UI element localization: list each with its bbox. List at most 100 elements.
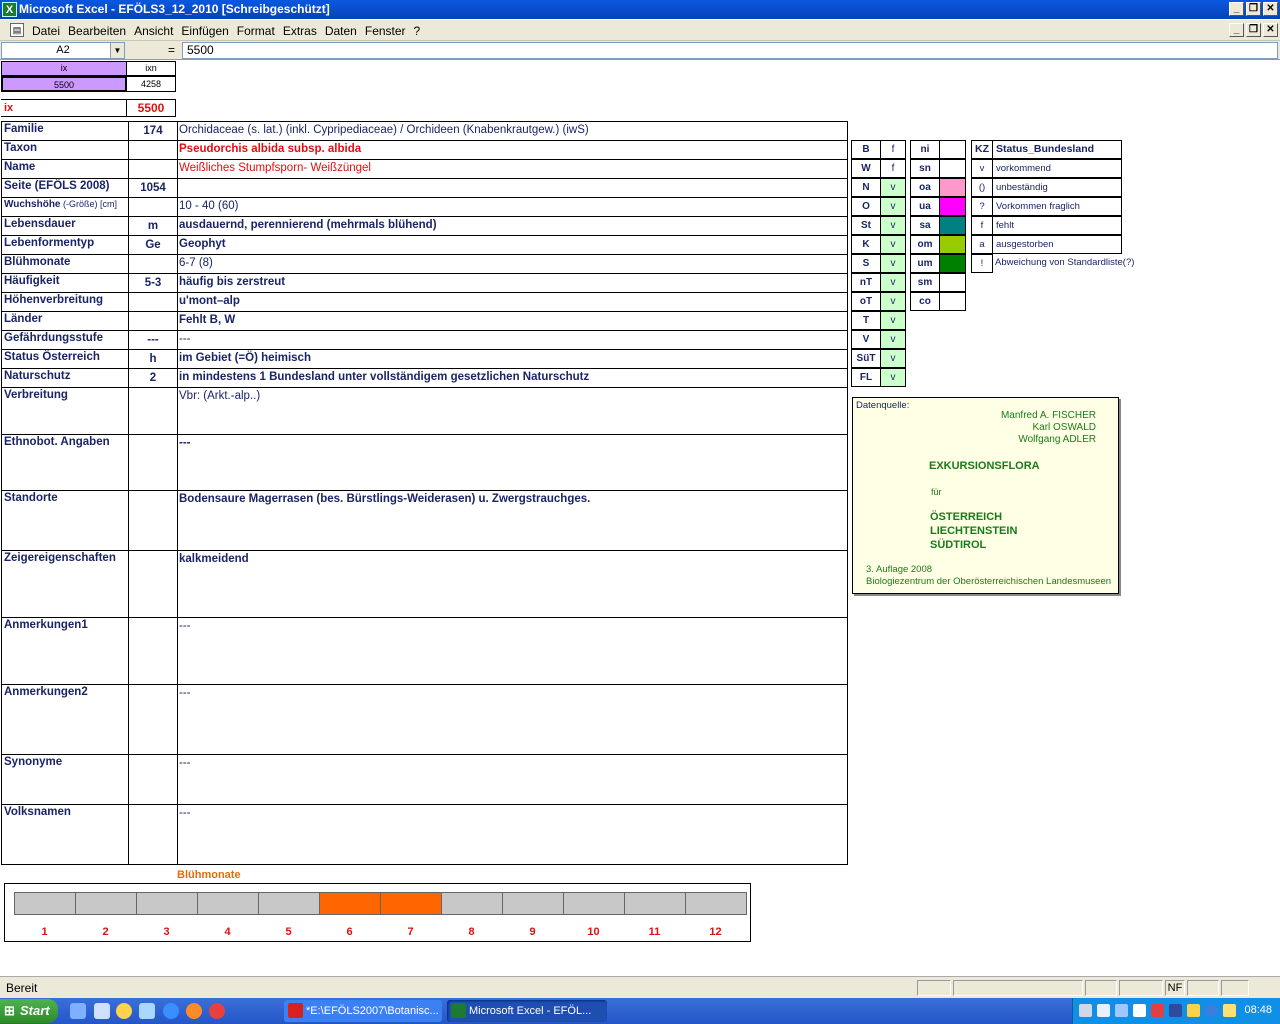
legend-kz[interactable]: a [971, 235, 993, 254]
menu-fenster[interactable]: Fenster [365, 24, 406, 38]
row-label[interactable]: Lebenformentyp [4, 237, 94, 249]
row-label[interactable]: Status Österreich [4, 351, 100, 363]
quicklaunch-firefox-icon[interactable] [186, 1003, 202, 1019]
altitude-code[interactable]: om [910, 235, 940, 254]
land-status[interactable]: f [880, 159, 906, 178]
land-code[interactable]: N [851, 178, 881, 197]
row-value[interactable]: 10 - 40 (60) [179, 200, 238, 212]
worksheet[interactable]: ix ixn 5500 4258 ix 5500 Familie 174 Orchi… [0, 60, 1280, 976]
row-label[interactable]: Volksnamen [4, 806, 71, 818]
land-code[interactable]: FL [851, 368, 881, 387]
document-icon[interactable]: ▤ [10, 23, 24, 37]
row-value[interactable]: --- [179, 807, 191, 819]
altitude-color-swatch[interactable] [939, 254, 966, 273]
row-label[interactable]: Ethnobot. Angaben [4, 436, 110, 448]
menu-format[interactable]: Format [237, 24, 275, 38]
land-status[interactable]: v [880, 368, 906, 387]
menu-einfuegen[interactable]: Einfügen [181, 24, 228, 38]
row-code[interactable] [128, 435, 178, 490]
minimize-button[interactable]: _ [1229, 2, 1244, 16]
row-code[interactable] [128, 618, 178, 684]
row-value[interactable]: Pseudorchis albida subsp. albida [179, 143, 361, 155]
legend-text[interactable]: Abweichung von Standardliste(?) [992, 254, 1142, 273]
row-code[interactable] [128, 388, 178, 434]
tray-info-icon[interactable] [1205, 1004, 1218, 1017]
land-status[interactable]: v [880, 235, 906, 254]
altitude-code[interactable]: um [910, 254, 940, 273]
legend-header-title[interactable]: Status_Bundesland [992, 140, 1122, 159]
row-value[interactable]: --- [179, 333, 191, 345]
ixn-cell[interactable]: 4258 [126, 76, 176, 92]
land-code[interactable]: nT [851, 273, 881, 292]
row-code[interactable] [128, 198, 178, 216]
land-code[interactable]: O [851, 197, 881, 216]
row-label[interactable]: Zeigereigenschaften [4, 552, 116, 564]
row-label[interactable]: Synonyme [4, 756, 62, 768]
land-status[interactable]: v [880, 216, 906, 235]
land-status[interactable]: v [880, 197, 906, 216]
altitude-color-swatch[interactable] [939, 292, 966, 311]
row-value[interactable]: Bodensaure Magerrasen (bes. Bürstlings-W… [179, 493, 590, 505]
row-label[interactable]: Anmerkungen2 [4, 686, 88, 698]
land-status[interactable]: v [880, 292, 906, 311]
row-label[interactable]: Länder [4, 313, 42, 325]
land-code[interactable]: K [851, 235, 881, 254]
row-code[interactable] [128, 160, 178, 178]
row-code[interactable] [128, 551, 178, 617]
quicklaunch-explorer-icon[interactable] [94, 1003, 110, 1019]
altitude-code[interactable]: co [910, 292, 940, 311]
menu-help[interactable]: ? [414, 24, 421, 38]
row-code[interactable] [128, 312, 178, 330]
tray-search-icon[interactable] [1115, 1004, 1128, 1017]
quicklaunch-ie-icon[interactable] [70, 1003, 86, 1019]
land-status[interactable]: v [880, 178, 906, 197]
menu-daten[interactable]: Daten [325, 24, 357, 38]
legend-text[interactable]: fehlt [992, 216, 1122, 235]
land-code[interactable]: T [851, 311, 881, 330]
row-code[interactable] [128, 805, 178, 864]
close-button[interactable]: ✕ [1263, 2, 1278, 16]
row-label[interactable]: Taxon [4, 142, 37, 154]
legend-text[interactable]: Vorkommen fraglich [992, 197, 1122, 216]
row-value[interactable]: u'mont–alp [179, 295, 240, 307]
row-code[interactable] [128, 755, 178, 804]
row-value[interactable]: 6-7 (8) [179, 257, 213, 269]
land-status[interactable]: v [880, 349, 906, 368]
legend-kz[interactable]: ? [971, 197, 993, 216]
land-status[interactable]: v [880, 254, 906, 273]
ix-header[interactable]: ix [1, 61, 127, 76]
ix-big-value[interactable]: 5500 [126, 99, 176, 117]
quicklaunch-media-icon[interactable] [116, 1003, 132, 1019]
altitude-code[interactable]: sa [910, 216, 940, 235]
row-label[interactable]: Seite (EFÖLS 2008) [4, 180, 109, 192]
tray-update-icon[interactable] [1187, 1004, 1200, 1017]
legend-text[interactable]: unbeständig [992, 178, 1122, 197]
row-value[interactable]: ausdauernd, perennierend (mehrmals blühe… [179, 219, 437, 231]
land-code[interactable]: V [851, 330, 881, 349]
menu-ansicht[interactable]: Ansicht [134, 24, 173, 38]
row-code[interactable]: 2 [128, 369, 178, 387]
row-code[interactable]: 5-3 [128, 274, 178, 292]
row-value[interactable]: Weißliches Stumpfsporn- Weißzüngel [179, 162, 371, 174]
legend-header-kz[interactable]: KZ [971, 140, 993, 159]
menu-extras[interactable]: Extras [283, 24, 317, 38]
row-code[interactable] [128, 685, 178, 754]
row-code[interactable]: 1054 [128, 179, 178, 197]
tray-shield-icon[interactable] [1169, 1004, 1182, 1017]
restore-button[interactable]: ❐ [1246, 2, 1261, 16]
altitude-code[interactable]: oa [910, 178, 940, 197]
altitude-color-swatch[interactable] [939, 216, 966, 235]
row-value[interactable]: --- [179, 620, 191, 632]
taskbar-item-botanisc[interactable]: *E:\EFÖLS2007\Botanisc... [284, 1000, 442, 1022]
row-code[interactable]: Ge [128, 236, 178, 254]
row-value[interactable]: in mindestens 1 Bundesland unter vollstä… [179, 371, 589, 383]
row-code[interactable] [128, 491, 178, 550]
quicklaunch-browser-icon[interactable] [163, 1003, 179, 1019]
row-code[interactable]: m [128, 217, 178, 235]
row-label[interactable]: Naturschutz [4, 370, 70, 382]
legend-kz[interactable]: ! [971, 254, 993, 273]
land-status[interactable]: v [880, 273, 906, 292]
altitude-color-swatch[interactable] [939, 273, 966, 292]
row-value[interactable]: kalkmeidend [179, 553, 249, 565]
altitude-color-swatch[interactable] [939, 159, 966, 178]
